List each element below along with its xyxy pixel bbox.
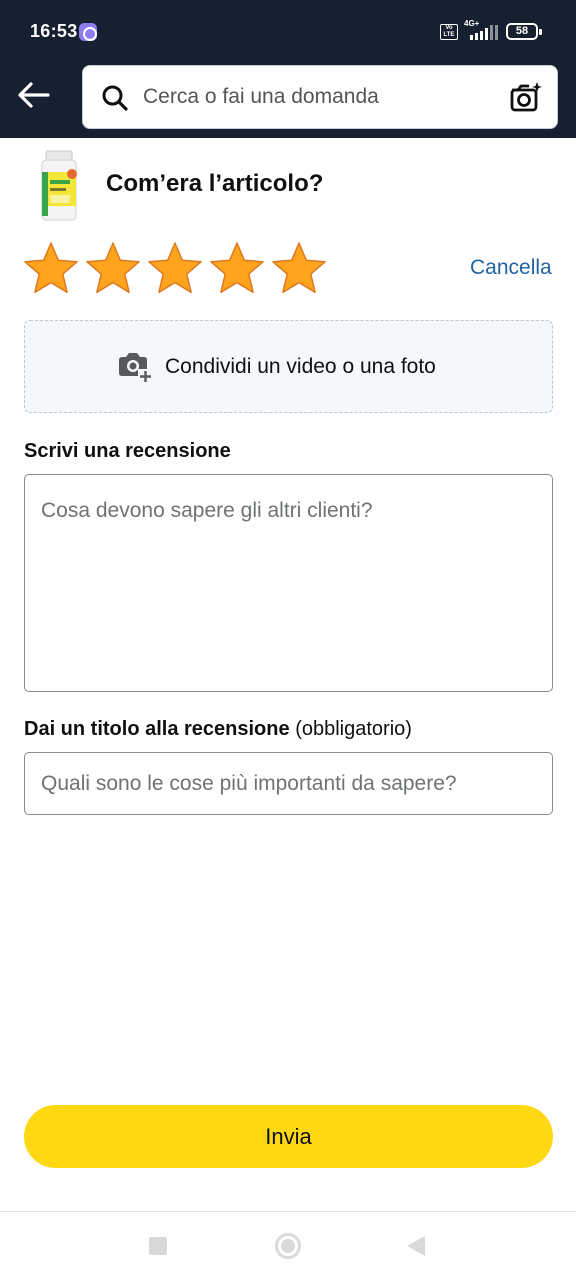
product-image [41, 150, 77, 221]
star-4-icon[interactable] [208, 240, 266, 298]
page-title: Com’era l’articolo? [106, 170, 324, 197]
share-media-label: Condividi un video o una foto [165, 355, 436, 378]
share-media-button[interactable]: Condividi un video o una foto [24, 320, 553, 413]
back-arrow-icon[interactable] [14, 78, 54, 112]
review-title-input[interactable] [24, 752, 553, 815]
star-1-icon[interactable] [22, 240, 80, 298]
header [0, 64, 576, 138]
nav-back-icon[interactable] [407, 1236, 425, 1256]
star-5-icon[interactable] [270, 240, 328, 298]
status-bar: 16:53 Vo LTE 4G+ 58 [0, 0, 576, 64]
system-nav-bar [0, 1212, 576, 1280]
star-2-icon[interactable] [84, 240, 142, 298]
volte-icon: Vo LTE [440, 24, 458, 40]
status-time: 16:53 [30, 21, 78, 41]
battery-icon: 58 [506, 23, 542, 40]
home-icon[interactable] [275, 1233, 301, 1259]
app-notification-icon [79, 23, 97, 41]
camera-search-icon[interactable] [509, 80, 543, 114]
submit-button[interactable]: Invia [24, 1105, 553, 1168]
search-box[interactable] [82, 65, 558, 129]
battery-level: 58 [515, 25, 529, 37]
search-icon [102, 85, 128, 111]
cancel-rating-link[interactable]: Cancella [470, 256, 552, 280]
star-3-icon[interactable] [146, 240, 204, 298]
signal-icon [470, 25, 498, 40]
star-rating[interactable] [22, 240, 342, 300]
title-required-note: (obbligatorio) [295, 718, 412, 740]
add-photo-icon [119, 353, 153, 383]
review-label: Scrivi una recensione [24, 440, 231, 462]
search-input[interactable] [143, 66, 493, 128]
review-textarea[interactable] [24, 474, 553, 692]
title-label: Dai un titolo alla recensione (obbligato… [24, 718, 412, 741]
recents-icon[interactable] [149, 1237, 167, 1255]
title-label-text: Dai un titolo alla recensione [24, 718, 290, 740]
